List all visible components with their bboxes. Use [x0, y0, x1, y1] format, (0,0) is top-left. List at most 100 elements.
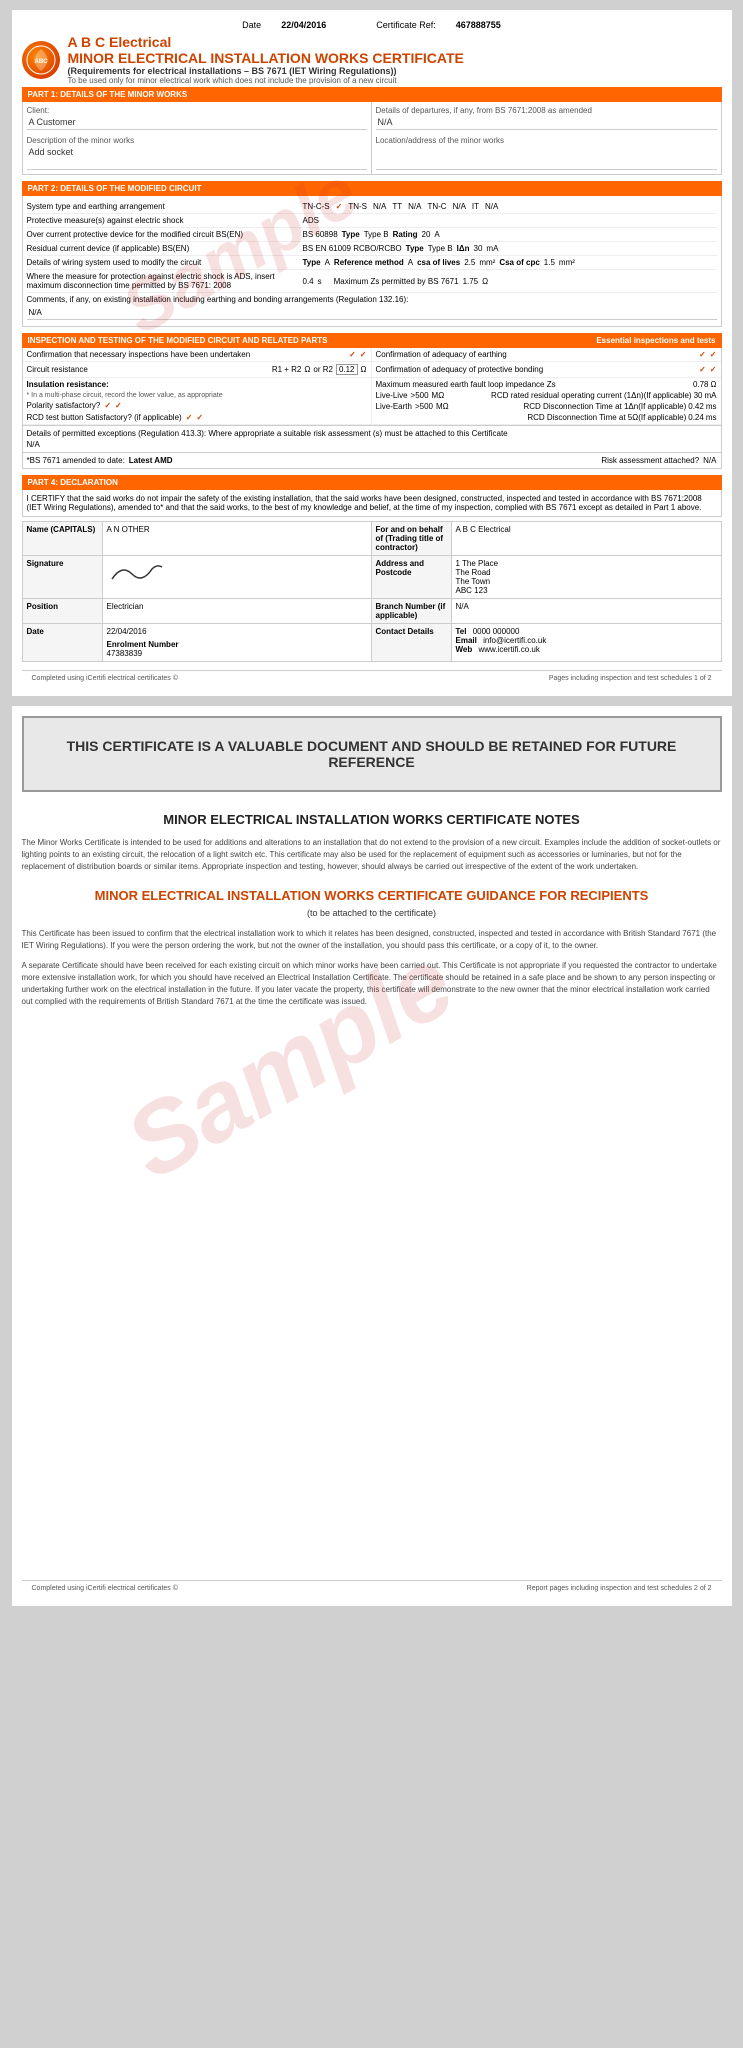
details-row: Details of permitted exceptions (Regulat… — [22, 426, 722, 453]
wiring-cpc: 1.5 — [544, 258, 555, 267]
protection-unit: s — [318, 277, 322, 286]
cert-note: To be used only for minor electrical wor… — [68, 76, 464, 85]
confirm-bonding-check1: ✓ — [699, 365, 706, 374]
overcurrent-rating-label: Rating — [393, 230, 418, 239]
live-live-unit: MΩ — [432, 391, 445, 400]
signature-value — [103, 556, 372, 598]
enrolment-value: 47383839 — [107, 649, 367, 658]
polarity-check1: ✓ — [104, 401, 111, 410]
overcurrent-type-label: Type — [342, 230, 360, 239]
or-r2-unit: Ω — [361, 365, 367, 374]
polarity-label: Polarity satisfactory? — [27, 401, 101, 410]
branch-label: Branch Number (if applicable) — [372, 599, 452, 623]
polarity-row: Polarity satisfactory? ✓ ✓ — [27, 401, 122, 410]
live-earth-row: Live-Earth >500 MΩ RCD Disconnection Tim… — [376, 402, 717, 411]
cert-ref-label: Certificate Ref: — [376, 20, 436, 30]
max-zs-unit: Ω — [482, 277, 488, 286]
departures-value: N/A — [376, 116, 717, 130]
rcd-disc-5-label: RCD Disconnection Time at 5Ω(If applicab… — [527, 413, 686, 422]
wiring-csa: 2.5 — [464, 258, 475, 267]
description-field: Description of the minor works Add socke… — [27, 136, 367, 170]
date-val: 22/04/2016 — [107, 627, 367, 636]
declaration-grid: Name (CAPITALS) A N OTHER For and on beh… — [22, 521, 722, 662]
rcd-type: Type B — [428, 244, 453, 253]
system-type-label: System type and earthing arrangement — [27, 202, 303, 211]
decl-row-1: Name (CAPITALS) A N OTHER For and on beh… — [23, 522, 721, 556]
guidance-sub: (to be attached to the certificate) — [22, 908, 722, 918]
page-2: Sample THIS CERTIFICATE IS A VALUABLE DO… — [12, 706, 732, 1606]
rcd-test-check1: ✓ — [186, 413, 193, 422]
part1-left: Client: A Customer Description of the mi… — [23, 102, 372, 174]
name-label: Name (CAPITALS) — [23, 522, 103, 555]
part3-title: INSPECTION AND TESTING OF THE MODIFIED C… — [28, 336, 328, 345]
client-field: Client: A Customer — [27, 106, 367, 130]
email-row: Email info@icertifi.co.uk — [456, 636, 717, 645]
rcd-row: Residual current device (if applicable) … — [27, 242, 717, 256]
notes-title: MINOR ELECTRICAL INSTALLATION WORKS CERT… — [22, 812, 722, 827]
part2-section: PART 2: DETAILS OF THE MODIFIED CIRCUIT … — [22, 181, 722, 327]
header-date-row: Date 22/04/2016 Certificate Ref: 4678887… — [22, 20, 722, 30]
insulation-label: Insulation resistance: — [27, 380, 109, 389]
comments-value: N/A — [27, 306, 717, 320]
name-value: A N OTHER — [103, 522, 372, 555]
confirm-inspections-label: Confirmation that necessary inspections … — [27, 350, 251, 359]
branch-value: N/A — [452, 599, 721, 623]
departures-label: Details of departures, if any, from BS 7… — [376, 106, 717, 115]
date-label-decl: Date — [23, 624, 103, 661]
it-value: N/A — [485, 202, 498, 211]
page2-banner: THIS CERTIFICATE IS A VALUABLE DOCUMENT … — [22, 716, 722, 792]
confirm-bonding-cell: Confirmation of adequacy of protective b… — [372, 362, 721, 378]
insulation-cell: Insulation resistance: * In a multi-phas… — [23, 378, 372, 425]
logo-svg: ABC — [26, 45, 56, 75]
overcurrent-type: Type B — [364, 230, 389, 239]
decl-row-3: Position Electrician Branch Number (if a… — [23, 599, 721, 624]
address-value: 1 The Place The Road The Town ABC 123 — [452, 556, 721, 598]
company-title-block: A B C Electrical MINOR ELECTRICAL INSTAL… — [68, 34, 464, 85]
footer2-right: Report pages including inspection and te… — [527, 1585, 712, 1592]
live-live-row: Live-Live >500 MΩ RCD rated residual ope… — [376, 391, 717, 400]
cert-subtitle: (Requirements for electrical installatio… — [68, 66, 464, 76]
live-live-label: Live-Live — [376, 391, 408, 400]
max-zs-value: 1.75 — [463, 277, 479, 286]
system-type-values: TN-C-S ✓ TN-S N/A TT N/A TN-C N/A IT N/A — [303, 202, 717, 211]
max-earth-row: Maximum measured earth fault loop impeda… — [376, 380, 717, 389]
bs7671-value: Latest AMD — [129, 456, 173, 465]
rcd-disc-5-value: 0.24 — [688, 413, 704, 422]
for-value: A B C Electrical — [452, 522, 721, 555]
wiring-label: Details of wiring system used to modify … — [27, 258, 303, 267]
part3-section: INSPECTION AND TESTING OF THE MODIFIED C… — [22, 333, 722, 469]
bs7671-left: *BS 7671 amended to date: Latest AMD — [27, 456, 173, 465]
footer-page2: Completed using iCertifi electrical cert… — [22, 1580, 722, 1596]
confirm-inspections-check2: ✓ — [360, 350, 367, 359]
rcd-label: Residual current device (if applicable) … — [27, 244, 303, 253]
client-value: A Customer — [27, 116, 367, 130]
logo-icon: ABC — [22, 41, 60, 79]
page2-guidance-section: MINOR ELECTRICAL INSTALLATION WORKS CERT… — [22, 888, 722, 1008]
departures-field: Details of departures, if any, from BS 7… — [376, 106, 717, 130]
max-zs-label: Maximum Zs permitted by BS 7671 — [334, 277, 459, 286]
decl-row-2: Signature Address and Postcode 1 The Pla… — [23, 556, 721, 599]
max-earth-unit: Ω — [711, 380, 717, 389]
overcurrent-bs: BS 60898 — [303, 230, 338, 239]
protective-value: ADS — [303, 216, 717, 225]
rcd-type-label: Type — [406, 244, 424, 253]
decl-row-4: Date 22/04/2016 Enrolment Number 4738383… — [23, 624, 721, 661]
protective-row: Protective measure(s) against electric s… — [27, 214, 717, 228]
risk-value: N/A — [703, 456, 716, 465]
banner-text: THIS CERTIFICATE IS A VALUABLE DOCUMENT … — [44, 738, 700, 770]
part1-section: PART 1: DETAILS OF THE MINOR WORKS Clien… — [22, 87, 722, 175]
rcd-rated-value: 30 — [694, 391, 703, 400]
web-row: Web www.icertifi.co.uk — [456, 645, 717, 654]
footer-page1: Completed using iCertifi electrical cert… — [22, 670, 722, 686]
details-label: Details of permitted exceptions (Regulat… — [27, 429, 717, 438]
rcd-test-label: RCD test button Satisfactory? (if applic… — [27, 413, 182, 422]
overcurrent-values: BS 60898 Type Type B Rating 20 A — [303, 230, 717, 239]
part1-right: Details of departures, if any, from BS 7… — [372, 102, 721, 174]
tns-label: TN-S — [348, 202, 367, 211]
position-value: Electrician — [103, 599, 372, 623]
tnc-value: N/A — [453, 202, 466, 211]
overcurrent-row: Over current protective device for the m… — [27, 228, 717, 242]
overcurrent-label: Over current protective device for the m… — [27, 230, 303, 239]
signature-label: Signature — [23, 556, 103, 598]
location-field: Location/address of the minor works — [376, 136, 717, 170]
